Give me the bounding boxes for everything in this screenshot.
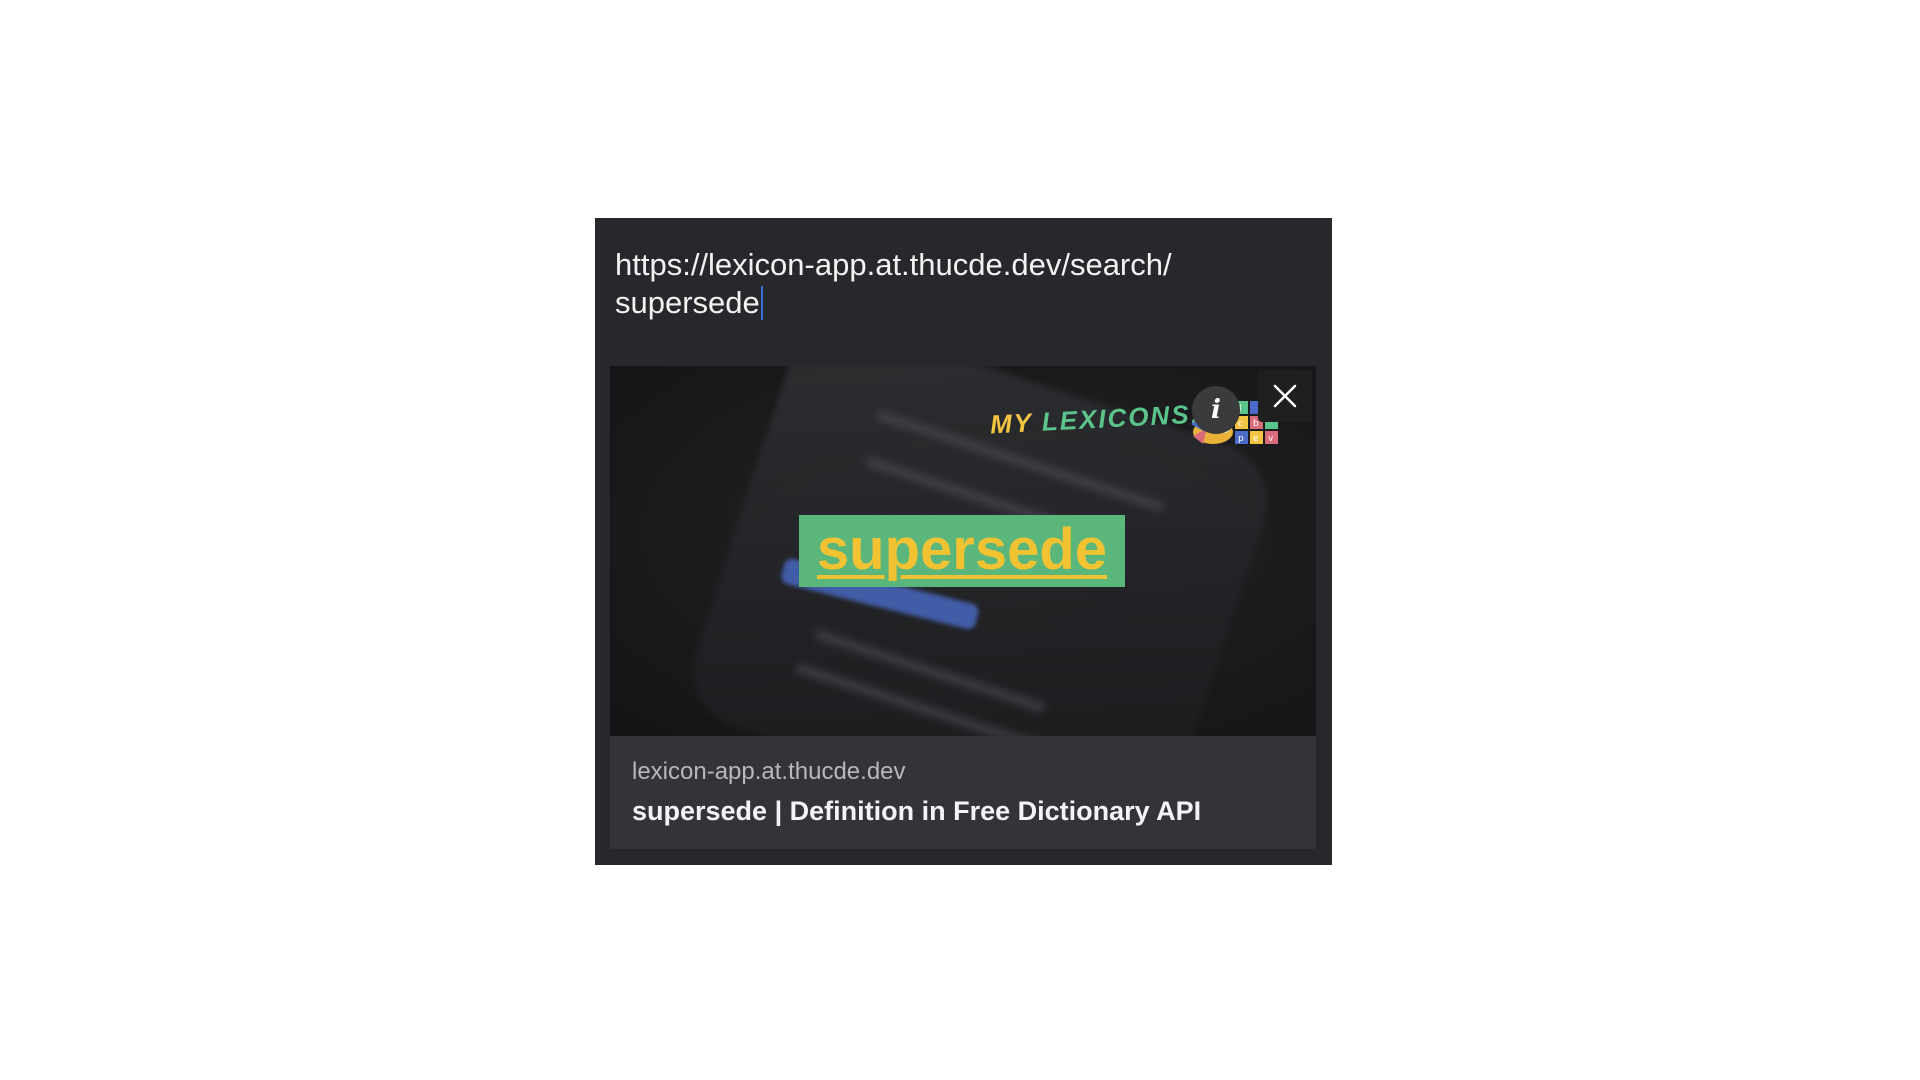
svg-text:v: v (1268, 434, 1274, 444)
link-share-card: https://lexicon-app.at.thucde.dev/search… (595, 218, 1332, 865)
url-line-1: https://lexicon-app.at.thucde.dev/search… (615, 247, 1172, 282)
svg-text:c: c (1238, 419, 1243, 429)
headline-word-box: supersede (799, 515, 1125, 587)
logo-text-my: MY (989, 407, 1034, 440)
link-preview[interactable]: MY LEXICONS! l c b p e v supersede i lex… (610, 366, 1316, 849)
headline-word: supersede (816, 517, 1108, 582)
svg-text:p: p (1238, 434, 1244, 444)
preview-domain: lexicon-app.at.thucde.dev (632, 758, 906, 785)
close-preview-button[interactable] (1258, 370, 1312, 422)
text-caret (760, 286, 763, 320)
close-icon (1273, 384, 1297, 408)
info-icon[interactable]: i (1192, 386, 1240, 434)
url-text-field[interactable]: https://lexicon-app.at.thucde.dev/search… (615, 246, 1305, 322)
svg-text:e: e (1253, 434, 1259, 444)
preview-title: supersede | Definition in Free Dictionar… (632, 796, 1202, 826)
url-line-2: supersede (615, 285, 760, 320)
preview-caption: lexicon-app.at.thucde.dev supersede | De… (610, 736, 1316, 849)
preview-image: MY LEXICONS! l c b p e v supersede i (610, 366, 1316, 736)
